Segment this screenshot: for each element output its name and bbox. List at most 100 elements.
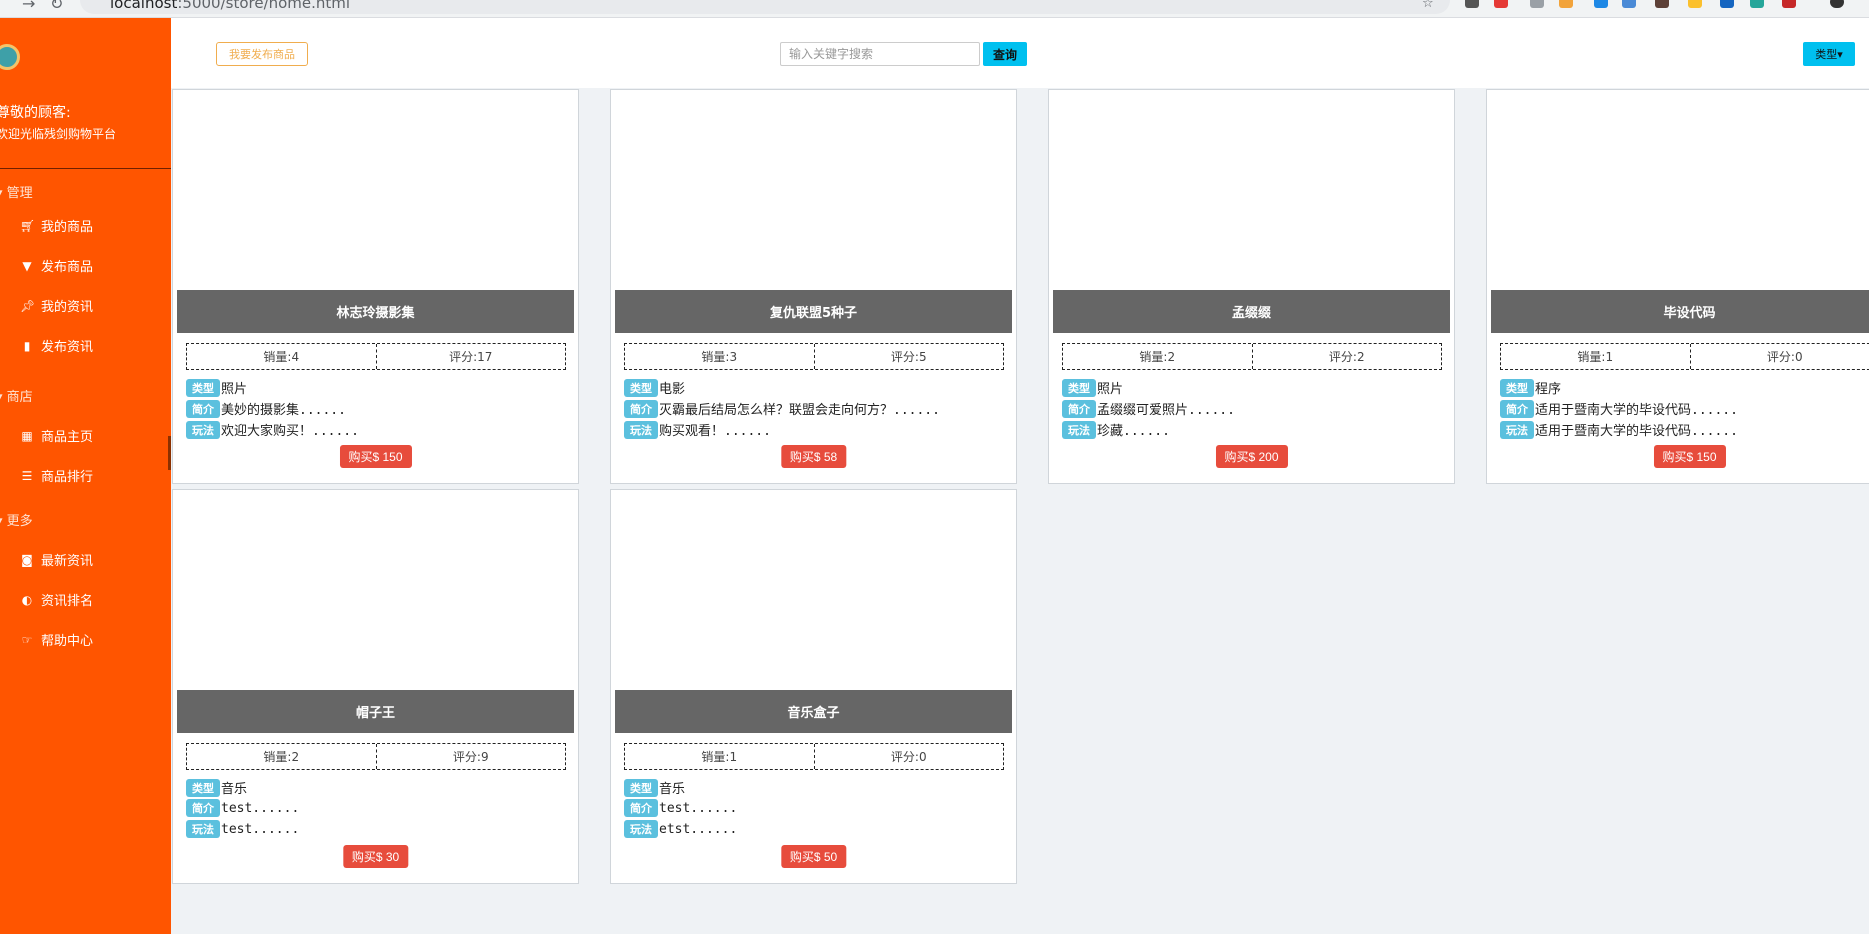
list-icon: ☰ (21, 468, 33, 483)
product-card[interactable]: 帽子王 销量: 2 评分: 9 类型 音乐 简介 test...... 玩法 test… (172, 489, 579, 884)
product-type: 照片 (221, 382, 248, 397)
product-title[interactable]: 林志玲摄影集 (177, 290, 574, 333)
type-badge: 类型 (624, 378, 658, 397)
intro-badge: 简介 (186, 399, 220, 418)
pin-icon: 📌︎ (20, 298, 36, 313)
buy-button[interactable]: 购买$ 30 (342, 845, 409, 868)
sidebar-section-manage[interactable]: ▾ 管理 (0, 182, 33, 201)
intro-badge: 简介 (186, 799, 220, 817)
sidebar-item-publish-news[interactable]: ▮ 发布资讯 (20, 336, 93, 356)
product-play-row: 玩法 适用于暨南大学的毕设代码...... (1500, 420, 1738, 439)
type-badge: 类型 (1500, 378, 1534, 397)
product-image[interactable] (173, 90, 578, 290)
sidebar-item-store-home[interactable]: ▦ 商品主页 (20, 426, 93, 446)
play-badge: 玩法 (1062, 420, 1096, 439)
sidebar-item-my-news[interactable]: 📌︎ 我的资讯 (20, 296, 93, 316)
buy-button[interactable]: 购买$ 50 (780, 845, 847, 868)
extension-icon[interactable] (1594, 0, 1608, 8)
extension-icon[interactable] (1655, 0, 1669, 8)
product-stats: 销量: 1 评分: 0 (1500, 343, 1869, 370)
product-type: 音乐 (659, 782, 686, 797)
product-stats: 销量: 4 评分: 17 (186, 343, 566, 370)
product-play-row: 玩法 etst...... (624, 820, 737, 838)
rating-score: 评分: 17 (375, 344, 566, 369)
product-intro-row: 简介 test...... (624, 799, 737, 817)
product-intro-row: 简介 test...... (186, 799, 299, 817)
extension-icon[interactable] (1782, 0, 1796, 8)
product-play-row: 玩法 欢迎大家购买！...... (186, 420, 359, 439)
extension-icon[interactable] (1494, 0, 1508, 8)
sidebar-item-publish-product[interactable]: ▼ 发布商品 (20, 256, 93, 276)
sidebar-item-help-center[interactable]: ☞ 帮助中心 (20, 630, 93, 650)
sidebar-item-my-products[interactable]: 🛒︎ 我的商品 (20, 216, 93, 236)
product-card[interactable]: 毕设代码 销量: 1 评分: 0 类型 程序 简介 适用于暨南大学的毕设代码....… (1486, 89, 1869, 484)
search-button[interactable]: 查询 (983, 42, 1027, 66)
product-card[interactable]: 林志玲摄影集 销量: 4 评分: 17 类型 照片 简介 美妙的摄影集...... … (172, 89, 579, 484)
buy-button[interactable]: 购买$ 150 (339, 445, 412, 468)
product-title[interactable]: 帽子王 (177, 690, 574, 733)
welcome-subtitle: 欢迎光临残剑购物平台 (0, 127, 117, 141)
sidebar: 尊敬的顾客: 欢迎光临残剑购物平台 ▾ 管理 🛒︎我的商品 ▼发布商品 📌︎我的… (0, 18, 171, 934)
product-intro-row: 简介 孟缀缀可爱照片...... (1062, 399, 1235, 418)
product-play: test...... (221, 821, 300, 837)
bookmark-star-icon[interactable]: ☆ (1422, 0, 1434, 11)
product-play: 珍藏...... (1097, 424, 1170, 439)
sidebar-item-latest-news[interactable]: ◙ 最新资讯 (20, 550, 93, 570)
camera-icon: ◙ (21, 552, 33, 567)
product-intro: 美妙的摄影集...... (221, 403, 346, 418)
rating-score: 评分: 2 (1251, 344, 1442, 369)
extension-icon[interactable] (1688, 0, 1702, 8)
extension-icon[interactable] (1530, 0, 1544, 8)
product-stats: 销量: 2 评分: 9 (186, 743, 566, 770)
rating-score: 评分: 9 (375, 744, 566, 769)
product-stats: 销量: 1 评分: 0 (624, 743, 1004, 770)
play-badge: 玩法 (624, 820, 658, 838)
extension-icon[interactable] (1622, 0, 1636, 8)
product-type-row: 类型 电影 (624, 378, 685, 397)
product-title[interactable]: 毕设代码 (1491, 290, 1869, 333)
buy-button[interactable]: 购买$ 150 (1653, 445, 1726, 468)
user-icon: ▾ (0, 186, 7, 201)
profile-avatar[interactable] (1830, 0, 1844, 8)
product-card[interactable]: 孟缀缀 销量: 2 评分: 2 类型 照片 简介 孟缀缀可爱照片...... 玩法珍… (1048, 89, 1455, 484)
product-intro-row: 简介 适用于暨南大学的毕设代码...... (1500, 399, 1738, 418)
publish-product-button[interactable]: 我要发布商品 (216, 42, 308, 66)
product-image[interactable] (611, 90, 1016, 290)
logo-icon (0, 44, 20, 70)
play-badge: 玩法 (186, 820, 220, 838)
product-play-row: 玩法 test...... (186, 820, 299, 838)
product-intro: test...... (659, 800, 738, 816)
contrast-icon: ◐ (21, 592, 33, 607)
product-image[interactable] (1049, 90, 1454, 290)
sidebar-item-news-ranking[interactable]: ◐ 资讯排名 (20, 590, 93, 610)
product-image[interactable] (1487, 90, 1869, 290)
product-title[interactable]: 孟缀缀 (1053, 290, 1450, 333)
intro-badge: 简介 (624, 799, 658, 817)
product-type-row: 类型 音乐 (624, 778, 685, 797)
rating-score: 评分: 0 (1689, 344, 1869, 369)
product-image[interactable] (611, 490, 1016, 690)
address-url[interactable]: localhost:5000/store/home.html (110, 0, 350, 12)
extension-icon[interactable] (1750, 0, 1764, 8)
forward-icon[interactable]: → (22, 0, 35, 13)
extension-icon[interactable] (1465, 0, 1479, 8)
product-card[interactable]: 复仇联盟5种子 销量: 3 评分: 5 类型 电影 简介 灭霸最后结局怎么样？联盟会… (610, 89, 1017, 484)
product-play: 购买观看！...... (659, 424, 771, 439)
product-title[interactable]: 复仇联盟5种子 (615, 290, 1012, 333)
sales-count: 销量: 1 (701, 749, 738, 765)
sidebar-section-more[interactable]: ▾ 更多 (0, 510, 33, 529)
sidebar-item-product-ranking[interactable]: ☰ 商品排行 (20, 466, 93, 486)
intro-badge: 简介 (624, 399, 658, 418)
extension-icon[interactable] (1559, 0, 1573, 8)
product-title[interactable]: 音乐盒子 (615, 690, 1012, 733)
reload-icon[interactable]: ↻ (50, 0, 63, 13)
type-filter-dropdown[interactable]: 类型▾ (1803, 42, 1855, 66)
buy-button[interactable]: 购买$ 58 (780, 445, 847, 468)
product-card[interactable]: 音乐盒子 销量: 1 评分: 0 类型 音乐 简介 test...... 玩法 ets… (610, 489, 1017, 884)
search-input[interactable] (780, 42, 980, 66)
type-badge: 类型 (1062, 378, 1096, 397)
sidebar-section-store[interactable]: ▾ 商店 (0, 386, 33, 405)
buy-button[interactable]: 购买$ 200 (1215, 445, 1288, 468)
product-image[interactable] (173, 490, 578, 690)
extension-icon[interactable] (1720, 0, 1734, 8)
